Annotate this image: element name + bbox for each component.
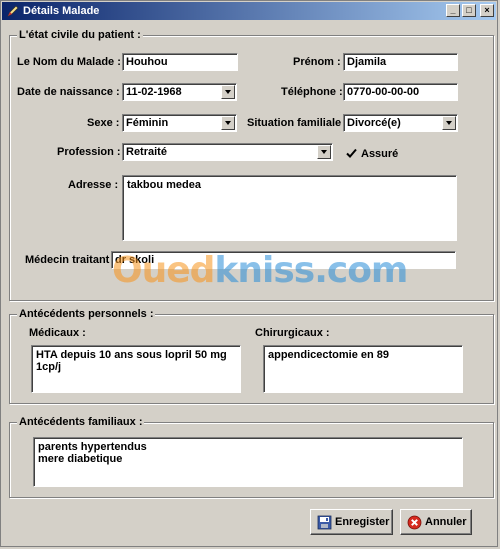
assure-checkbox[interactable] [345,147,358,160]
sexe-value: Féminin [126,117,169,129]
naissance-value: 11-02-1968 [126,86,182,98]
perso-legend: Antécédents personnels : [17,308,156,320]
adresse-label: Adresse : [68,179,119,191]
profession-label: Profession : [57,146,121,158]
cancel-button-label: Annuler [425,516,467,528]
situation-value: Divorcé(e) [347,117,401,129]
familiaux-legend: Antécédents familiaux : [17,416,145,428]
cancel-x-icon [407,515,422,530]
situation-label: Situation familiale : [247,117,348,129]
details-malade-window: Détails Malade _ □ × L'état civile du pa… [0,0,498,547]
nom-label: Le Nom du Malade : [17,56,121,68]
chirurgicaux-textarea[interactable]: appendicectomie en 89 [263,345,463,393]
naissance-label: Date de naissance : [17,86,120,98]
save-button[interactable]: Enregister [310,509,393,535]
app-pen-icon [7,5,19,17]
title-bar[interactable]: Détails Malade _ □ × [2,2,496,20]
maximize-button[interactable]: □ [462,4,476,17]
situation-select[interactable]: Divorcé(e) [343,114,458,132]
medicaux-label: Médicaux : [29,327,86,339]
familiaux-textarea[interactable]: parents hypertendus mere diabetique [33,437,463,487]
minimize-button[interactable]: _ [446,4,460,17]
telephone-label: Téléphone : [281,86,343,98]
medicaux-textarea[interactable]: HTA depuis 10 ans sous lopril 50 mg 1cp/… [31,345,241,393]
telephone-input[interactable]: 0770-00-00-00 [343,83,458,101]
close-button[interactable]: × [480,4,494,17]
save-button-label: Enregister [335,516,390,528]
sexe-label: Sexe : [87,117,120,129]
window-title: Détails Malade [23,5,100,17]
chevron-down-icon[interactable] [221,85,235,99]
cancel-button[interactable]: Annuler [400,509,472,535]
save-disk-icon [317,515,332,530]
sexe-select[interactable]: Féminin [122,114,237,132]
chirurgicaux-label: Chirurgicaux : [255,327,330,339]
civil-legend: L'état civile du patient : [17,29,143,41]
chevron-down-icon[interactable] [442,116,456,130]
assure-label[interactable]: Assuré [361,148,398,160]
prenom-label: Prénom : [293,56,341,68]
profession-select[interactable]: Retraité [122,143,333,161]
adresse-textarea[interactable]: takbou medea [122,175,457,241]
profession-value: Retraité [126,146,167,158]
prenom-input[interactable]: Djamila [343,53,458,71]
naissance-select[interactable]: 11-02-1968 [122,83,237,101]
chevron-down-icon[interactable] [317,145,331,159]
medecin-input[interactable]: dr skoli [111,251,456,269]
chevron-down-icon[interactable] [221,116,235,130]
medecin-label: Médecin traitant : [25,254,117,266]
nom-input[interactable]: Houhou [122,53,238,71]
